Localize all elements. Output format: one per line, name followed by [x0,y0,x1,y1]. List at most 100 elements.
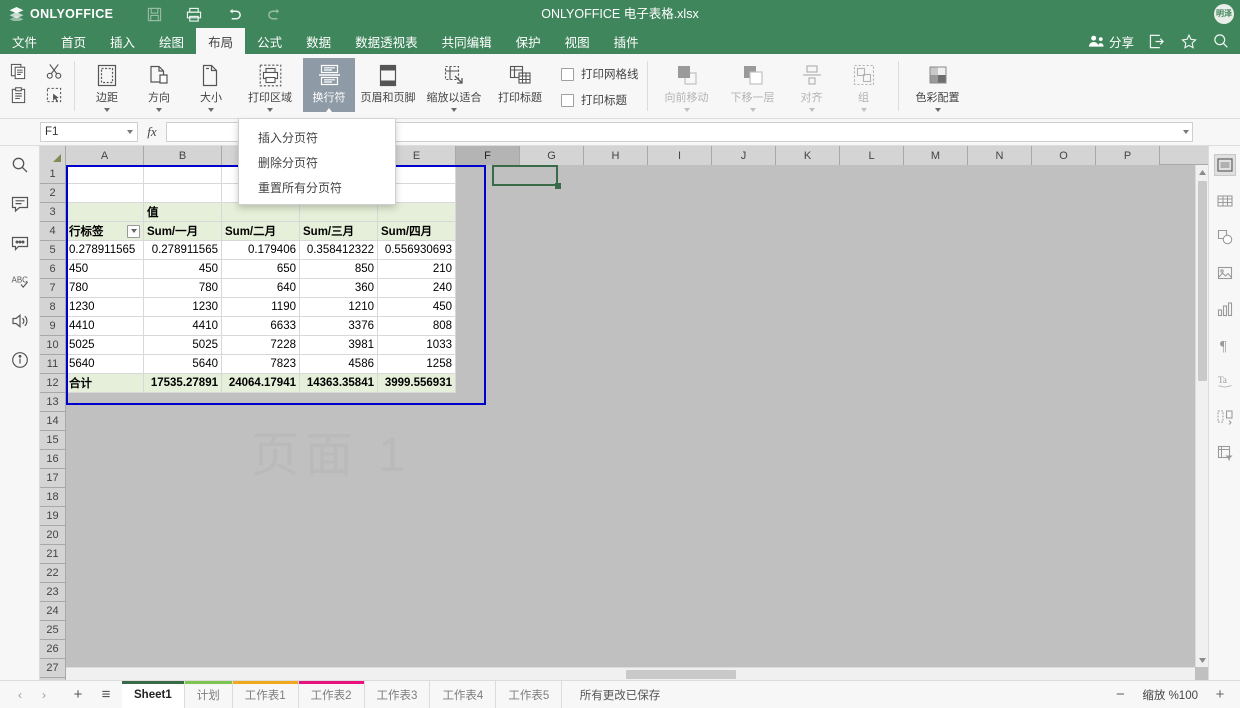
cell-c22[interactable] [222,564,300,583]
cell-g23[interactable] [520,583,584,602]
cell-m18[interactable] [904,488,968,507]
cell-p11[interactable] [1096,355,1160,374]
cell-g26[interactable] [520,640,584,659]
slicer-settings-icon[interactable] [1214,406,1236,428]
cell-b6[interactable]: 450 [144,260,222,279]
search-icon[interactable] [9,154,31,176]
cell-g25[interactable] [520,621,584,640]
cell-o18[interactable] [1032,488,1096,507]
cell-f4[interactable] [456,222,520,241]
cell-m26[interactable] [904,640,968,659]
cell-n12[interactable] [968,374,1032,393]
cell-p18[interactable] [1096,488,1160,507]
cell-e12[interactable]: 3999.556931 [378,374,456,393]
share-button[interactable]: 分享 [1088,32,1134,51]
cell-h16[interactable] [584,450,648,469]
cell-o5[interactable] [1032,241,1096,260]
cell-e14[interactable] [378,412,456,431]
cell-a26[interactable] [66,640,144,659]
cell-a8[interactable]: 1230 [66,298,144,317]
cell-n13[interactable] [968,393,1032,412]
cell-e5[interactable]: 0.556930693 [378,241,456,260]
avatar[interactable]: 明泽 [1214,4,1234,24]
cell-d8[interactable]: 1210 [300,298,378,317]
cell-l7[interactable] [840,279,904,298]
cell-b14[interactable] [144,412,222,431]
cell-k26[interactable] [776,640,840,659]
cell-f20[interactable] [456,526,520,545]
cell-o16[interactable] [1032,450,1096,469]
cell-f8[interactable] [456,298,520,317]
cell-g4[interactable] [520,222,584,241]
cell-f9[interactable] [456,317,520,336]
column-header-b[interactable]: B [144,146,222,165]
cell-h4[interactable] [584,222,648,241]
cell-e21[interactable] [378,545,456,564]
paragraph-settings-icon[interactable]: ¶ [1214,334,1236,356]
cell-m8[interactable] [904,298,968,317]
tab-view[interactable]: 视图 [553,28,602,54]
cell-f7[interactable] [456,279,520,298]
cell-k6[interactable] [776,260,840,279]
cell-m15[interactable] [904,431,968,450]
tab-plugins[interactable]: 插件 [602,28,651,54]
cell-n2[interactable] [968,184,1032,203]
cell-j20[interactable] [712,526,776,545]
cell-k24[interactable] [776,602,840,621]
cell-h10[interactable] [584,336,648,355]
cell-d6[interactable]: 850 [300,260,378,279]
cell-g24[interactable] [520,602,584,621]
chevron-down-icon[interactable] [127,130,133,134]
cell-d24[interactable] [300,602,378,621]
cell-k8[interactable] [776,298,840,317]
cell-n16[interactable] [968,450,1032,469]
color-scheme-button[interactable]: 色彩配置 [905,58,971,112]
cell-n21[interactable] [968,545,1032,564]
cell-f23[interactable] [456,583,520,602]
cell-n5[interactable] [968,241,1032,260]
cell-a22[interactable] [66,564,144,583]
cell-l5[interactable] [840,241,904,260]
cell-f24[interactable] [456,602,520,621]
cell-c16[interactable] [222,450,300,469]
cell-p19[interactable] [1096,507,1160,526]
cell-n17[interactable] [968,469,1032,488]
cell-j11[interactable] [712,355,776,374]
cell-m4[interactable] [904,222,968,241]
cell-j19[interactable] [712,507,776,526]
cell-j13[interactable] [712,393,776,412]
cell-d21[interactable] [300,545,378,564]
chevron-down-icon[interactable] [749,108,756,112]
cell-i25[interactable] [648,621,712,640]
horizontal-scrollbar[interactable] [66,667,1195,680]
cell-p6[interactable] [1096,260,1160,279]
cell-g17[interactable] [520,469,584,488]
cell-l26[interactable] [840,640,904,659]
cell-p5[interactable] [1096,241,1160,260]
cell-e17[interactable] [378,469,456,488]
cell-m17[interactable] [904,469,968,488]
cell-a23[interactable] [66,583,144,602]
cell-b4[interactable]: Sum/一月 [144,222,222,241]
cell-j15[interactable] [712,431,776,450]
cell-g10[interactable] [520,336,584,355]
cell-n19[interactable] [968,507,1032,526]
cell-j8[interactable] [712,298,776,317]
cell-c8[interactable]: 1190 [222,298,300,317]
print-gridlines-checkbox[interactable]: 打印网格线 [561,66,639,82]
cell-j6[interactable] [712,260,776,279]
cell-k2[interactable] [776,184,840,203]
cell-l22[interactable] [840,564,904,583]
cell-d25[interactable] [300,621,378,640]
cell-k4[interactable] [776,222,840,241]
cell-h11[interactable] [584,355,648,374]
cell-l24[interactable] [840,602,904,621]
cell-e10[interactable]: 1033 [378,336,456,355]
cell-p7[interactable] [1096,279,1160,298]
cell-k9[interactable] [776,317,840,336]
cell-m16[interactable] [904,450,968,469]
cell-p25[interactable] [1096,621,1160,640]
cell-l21[interactable] [840,545,904,564]
cell-a1[interactable] [66,165,144,184]
cell-j24[interactable] [712,602,776,621]
